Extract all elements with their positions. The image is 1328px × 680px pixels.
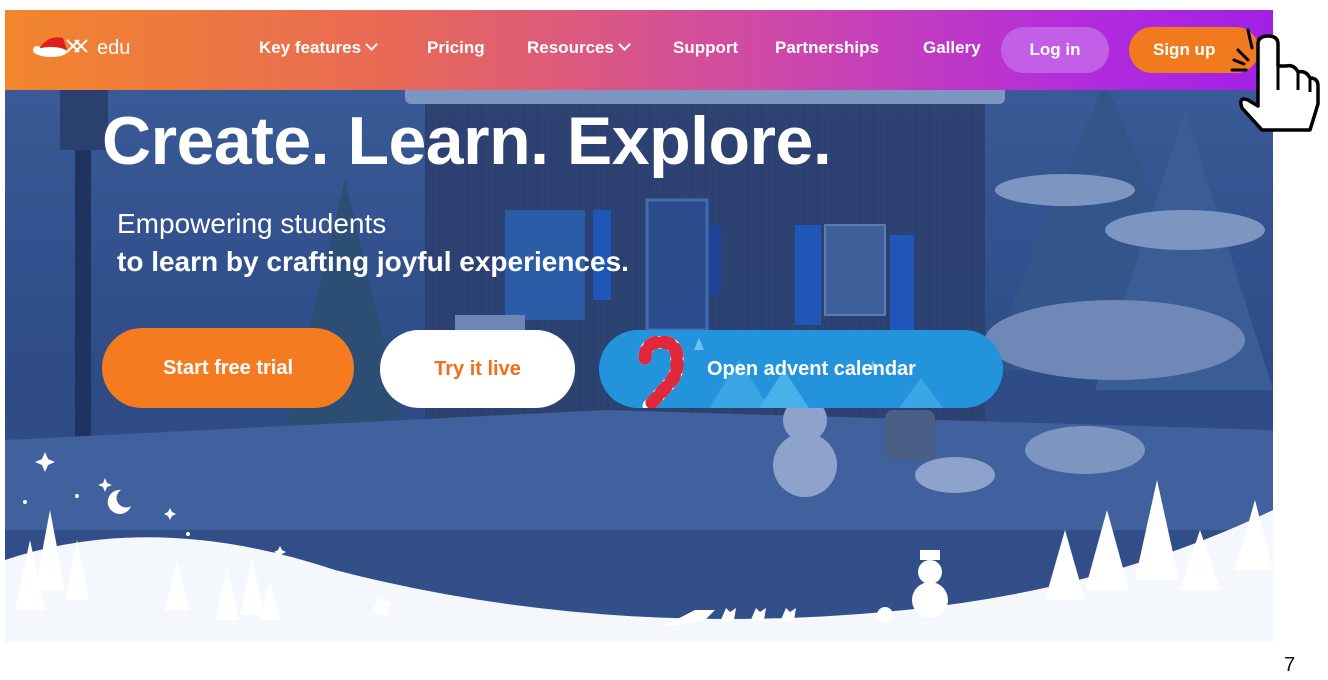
nav-partnerships-label: Partnerships (775, 38, 879, 57)
snowy-hills-decoration (5, 452, 1273, 642)
login-button-label: Log in (1029, 40, 1081, 59)
logo-text: edu (97, 36, 131, 59)
nav-key-features-label: Key features (259, 38, 362, 57)
hero-subtitle-line2: to learn by crafting joyful experiences. (117, 246, 629, 277)
page-number: 7 (1284, 654, 1296, 676)
pointer-hand-cursor-icon (1230, 28, 1320, 132)
nav-support-label: Support (673, 38, 739, 57)
nav-gallery-label: Gallery (923, 38, 981, 57)
santa-hat-logo-icon (33, 37, 88, 57)
start-free-trial-label: Start free trial (162, 356, 294, 379)
nav-pricing-label: Pricing (427, 38, 485, 57)
top-navigation-bar: edu Key features Pricing Resources Suppo… (5, 10, 1273, 90)
nav-resources[interactable]: Resources (527, 38, 631, 58)
nav-key-features[interactable]: Key features (259, 38, 378, 58)
hero-title: Create. Learn. Explore. (102, 103, 832, 179)
login-button[interactable]: Log in (1001, 27, 1109, 73)
signup-button-label: Sign up (1153, 40, 1216, 59)
open-advent-calendar-label: Open advent calendar (707, 357, 916, 380)
open-advent-calendar-button[interactable]: Open advent calendar (599, 330, 1003, 408)
hero-subtitle-line1: Empowering students (117, 208, 387, 239)
chevron-down-icon (365, 38, 378, 51)
candy-cane-icon (638, 336, 684, 408)
nav-support[interactable]: Support (673, 38, 738, 58)
nav-resources-label: Resources (527, 38, 614, 57)
browser-viewport: edu Key features Pricing Resources Suppo… (5, 10, 1273, 642)
nav-gallery[interactable]: Gallery (923, 38, 981, 58)
nav-partnerships[interactable]: Partnerships (775, 38, 879, 58)
site-logo[interactable]: edu (33, 32, 130, 64)
nav-pricing[interactable]: Pricing (427, 38, 485, 58)
try-it-live-button[interactable]: Try it live (380, 330, 575, 408)
start-free-trial-button[interactable]: Start free trial (102, 328, 354, 408)
chevron-down-icon (618, 38, 631, 51)
try-it-live-label: Try it live (434, 357, 521, 380)
